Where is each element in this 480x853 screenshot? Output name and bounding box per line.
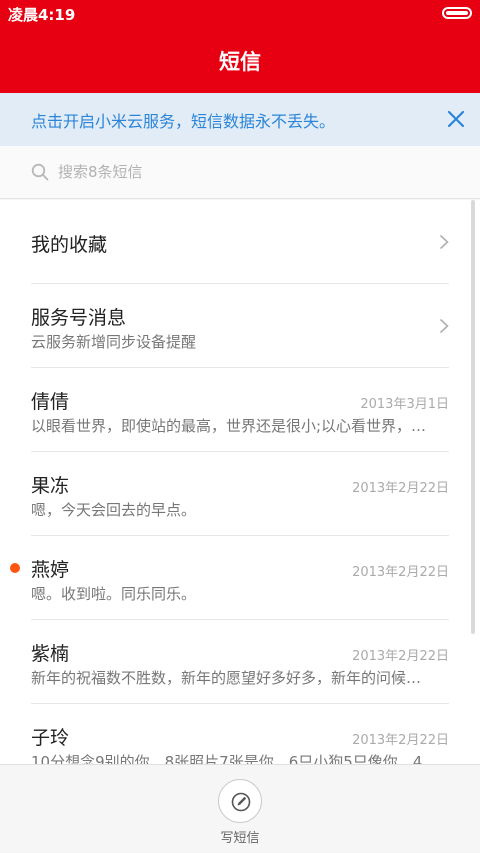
service-messages-item[interactable]: 服务号消息 云服务新增同步设备提醒 <box>0 284 480 368</box>
conversation-row[interactable]: 果冻 2013年2月22日 嗯，今天会回去的早点。 <box>0 452 480 536</box>
contact-name: 燕婷 <box>31 559 70 581</box>
contact-name: 紫楠 <box>31 643 70 665</box>
message-preview: 嗯，今天会回去的早点。 <box>31 501 197 519</box>
conversation-list[interactable]: 我的收藏 服务号消息 云服务新增同步设备提醒 倩倩 2013年3月1日 以眼看世… <box>0 200 480 764</box>
contact-name: 果冻 <box>31 475 70 497</box>
conversation-row[interactable]: 紫楠 2013年2月22日 新年的祝福数不胜数，新年的愿望好多好多，新年的问候… <box>0 620 480 704</box>
message-date: 2013年2月22日 <box>352 733 449 748</box>
battery-icon <box>442 7 472 19</box>
unread-indicator <box>10 563 20 573</box>
close-icon[interactable] <box>447 110 465 128</box>
service-subtitle: 云服务新增同步设备提醒 <box>31 333 197 351</box>
status-time: 凌晨4:19 <box>8 6 76 24</box>
message-preview: 以眼看世界，即使站的最高，世界还是很小;以心看世界，… <box>31 417 427 435</box>
message-date: 2013年3月1日 <box>360 397 449 412</box>
message-preview: 10分想念9别的你，8张照片7张是你，6只小狗5只像你，4… <box>31 753 438 764</box>
contact-name: 倩倩 <box>31 391 70 413</box>
message-date: 2013年2月22日 <box>352 565 449 580</box>
page-title: 短信 <box>219 49 261 74</box>
message-date: 2013年2月22日 <box>352 649 449 664</box>
chevron-right-icon <box>439 234 449 250</box>
conversation-row[interactable]: 燕婷 2013年2月22日 嗯。收到啦。同乐同乐。 <box>0 536 480 620</box>
conversation-row[interactable]: 倩倩 2013年3月1日 以眼看世界，即使站的最高，世界还是很小;以心看世界，… <box>0 368 480 452</box>
contact-name: 子玲 <box>31 727 70 749</box>
status-bar: 凌晨4:19 <box>0 0 480 28</box>
search-input[interactable] <box>58 159 438 185</box>
compose-button[interactable] <box>218 779 262 823</box>
compose-icon <box>231 792 251 812</box>
message-preview: 嗯。收到啦。同乐同乐。 <box>31 585 197 603</box>
message-preview: 新年的祝福数不胜数，新年的愿望好多好多，新年的问候… <box>31 669 422 687</box>
scrollbar[interactable] <box>471 200 475 634</box>
compose-label: 写短信 <box>220 831 260 846</box>
search-icon <box>31 163 49 181</box>
bottom-bar: 写短信 <box>0 764 480 853</box>
conversation-row[interactable]: 子玲 2013年2月22日 10分想念9别的你，8张照片7张是你，6只小狗5只像… <box>0 704 480 764</box>
favorites-title: 我的收藏 <box>31 234 108 256</box>
service-title: 服务号消息 <box>31 307 127 329</box>
title-bar: 短信 <box>0 28 480 93</box>
cloud-service-banner[interactable]: 点击开启小米云服务，短信数据永不丢失。 <box>0 93 480 146</box>
message-date: 2013年2月22日 <box>352 481 449 496</box>
banner-text[interactable]: 点击开启小米云服务，短信数据永不丢失。 <box>31 108 335 132</box>
favorites-item[interactable]: 我的收藏 <box>0 200 480 284</box>
search-bar[interactable] <box>0 146 480 199</box>
chevron-right-icon <box>439 318 449 334</box>
